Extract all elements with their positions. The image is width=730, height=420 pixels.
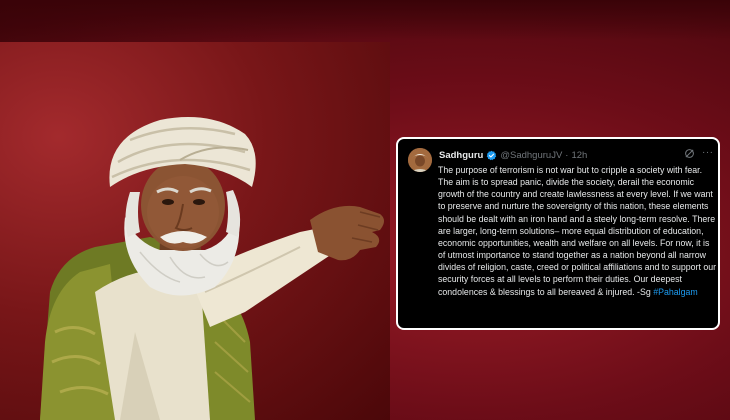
tweet-card[interactable]: Sadhguru @SadhguruJV · 12h ··· The purpo…: [396, 137, 720, 330]
background-top-band: [0, 0, 730, 40]
tweet-body: The purpose of terrorism is not war but …: [438, 164, 718, 298]
header-separator: ·: [565, 149, 569, 161]
verified-badge-icon: [487, 150, 497, 160]
grok-icon[interactable]: [684, 148, 695, 159]
author-handle[interactable]: @SadhguruJV: [500, 150, 562, 161]
avatar-image: [408, 148, 432, 172]
more-options-icon[interactable]: ···: [702, 147, 714, 158]
tweet-body-text: The purpose of terrorism is not war but …: [438, 165, 717, 297]
author-name[interactable]: Sadhguru: [439, 150, 483, 161]
photo-panel: [0, 42, 390, 420]
avatar[interactable]: [408, 148, 432, 172]
hashtag-link[interactable]: #Pahalgam: [653, 287, 698, 297]
tweet-header: Sadhguru @SadhguruJV · 12h: [439, 148, 587, 162]
tweet-timestamp[interactable]: 12h: [571, 150, 587, 161]
person-with-turban-photo: [40, 117, 384, 420]
